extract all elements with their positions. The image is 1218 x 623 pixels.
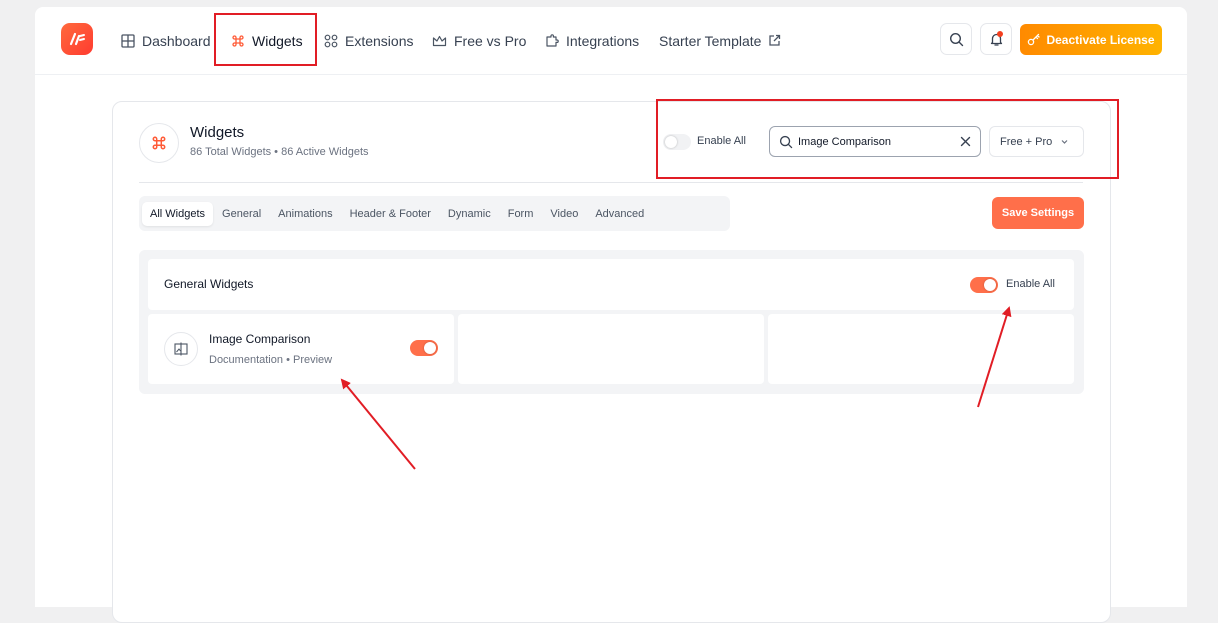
- preview-link[interactable]: Preview: [293, 354, 332, 366]
- tab-dynamic[interactable]: Dynamic: [440, 202, 499, 226]
- command-icon: [152, 136, 166, 150]
- category-tabs: All Widgets General Animations Header & …: [139, 196, 730, 231]
- save-settings-button[interactable]: Save Settings: [992, 197, 1084, 229]
- nav-extensions-label: Extensions: [345, 32, 414, 49]
- widget-links: Documentation • Preview: [209, 354, 332, 366]
- tab-form[interactable]: Form: [500, 202, 542, 226]
- extensions-icon: [324, 34, 338, 47]
- annotation-box-search-area: [656, 99, 1119, 179]
- tab-animations[interactable]: Animations: [270, 202, 340, 226]
- nav-extensions[interactable]: Extensions: [324, 7, 413, 74]
- tab-general[interactable]: General: [214, 202, 269, 226]
- deactivate-license-label: Deactivate License: [1046, 32, 1155, 47]
- notification-dot: [997, 31, 1003, 37]
- nav-dashboard-label: Dashboard: [142, 32, 211, 49]
- widgets-panel: Widgets 86 Total Widgets • 86 Active Wid…: [112, 101, 1111, 623]
- empty-widget-slot: [768, 314, 1074, 384]
- group-header: General Widgets Enable All: [148, 259, 1074, 310]
- tab-header-footer[interactable]: Header & Footer: [342, 202, 439, 226]
- search-icon: [949, 32, 963, 46]
- crown-icon: [432, 35, 447, 46]
- nav-free-vs-pro[interactable]: Free vs Pro: [432, 7, 526, 74]
- widgets-header-icon: [139, 123, 179, 163]
- image-comparison-widget-icon: [164, 332, 198, 366]
- annotation-box-widgets: [214, 13, 317, 66]
- app-frame: Dashboard Widgets Extensions Free vs Pro: [35, 7, 1187, 623]
- grid-icon: [121, 33, 135, 48]
- nav-starter-template[interactable]: Starter Template: [659, 7, 781, 74]
- search-button[interactable]: [940, 23, 972, 55]
- deactivate-license-button[interactable]: Deactivate License: [1020, 24, 1162, 55]
- nav-free-vs-pro-label: Free vs Pro: [454, 32, 527, 49]
- notifications-button[interactable]: [980, 23, 1012, 55]
- header-divider: [139, 182, 1083, 183]
- external-link-icon: [769, 34, 781, 46]
- nav-integrations[interactable]: Integrations: [545, 7, 639, 74]
- top-navbar: Dashboard Widgets Extensions Free vs Pro: [35, 7, 1187, 75]
- tab-all-widgets[interactable]: All Widgets: [142, 201, 214, 226]
- documentation-link[interactable]: Documentation: [209, 354, 283, 366]
- image-comparison-toggle[interactable]: [410, 340, 438, 356]
- widget-card-image-comparison: Image Comparison Documentation • Preview: [148, 314, 454, 384]
- group-enable-all-toggle[interactable]: [970, 277, 998, 293]
- app-logo[interactable]: [61, 23, 93, 55]
- group-enable-all-label: Enable All: [1006, 278, 1055, 290]
- nav-starter-template-label: Starter Template: [659, 32, 762, 49]
- general-widgets-group: General Widgets Enable All Image Compari…: [139, 250, 1084, 394]
- group-title: General Widgets: [164, 277, 254, 291]
- empty-widget-slot: [458, 314, 764, 384]
- link-separator: •: [286, 354, 290, 366]
- key-icon: [1028, 33, 1041, 46]
- widget-name: Image Comparison: [209, 332, 311, 346]
- page-title: Widgets: [190, 124, 245, 141]
- nav-dashboard[interactable]: Dashboard: [121, 7, 211, 74]
- tab-video[interactable]: Video: [542, 202, 586, 226]
- tab-advanced[interactable]: Advanced: [587, 202, 652, 226]
- logo-icon: [69, 32, 85, 46]
- widget-count-summary: 86 Total Widgets • 86 Active Widgets: [190, 146, 369, 158]
- nav-integrations-label: Integrations: [566, 32, 640, 49]
- image-compare-icon: [174, 342, 188, 356]
- puzzle-icon: [546, 33, 559, 47]
